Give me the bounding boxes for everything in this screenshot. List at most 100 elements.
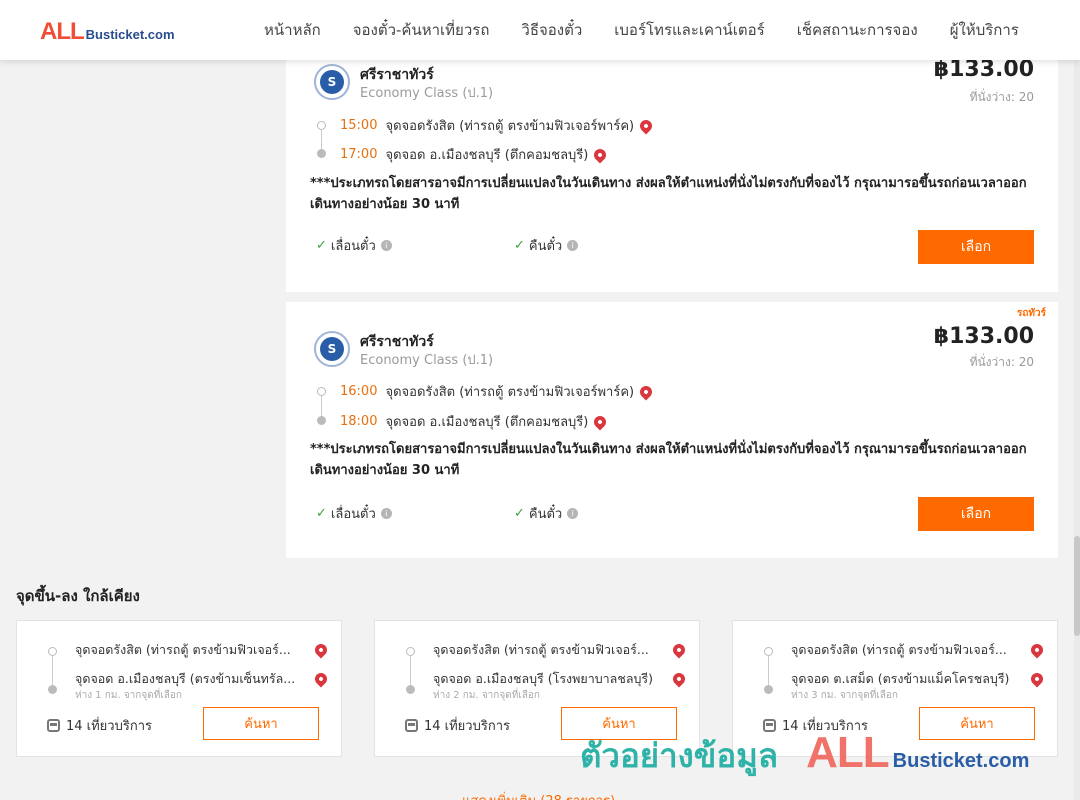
nearby-search-button[interactable]: ค้นหา [561,707,677,740]
map-pin-icon[interactable] [670,641,688,659]
seats-available: ที่นั่งว่าง: 20 [969,90,1034,104]
logo-domain-text: Busticket.com [85,27,175,42]
arrive-dot [317,416,326,425]
ticket-price: ฿133.00 [933,57,1034,82]
check-icon: ✓ [316,506,327,521]
route-timeline [768,652,769,688]
arrive-place: จุดจอด อ.เมืองชลบุรี (ตึกคอมชลบุรี) [385,148,589,163]
top-header: ALL Busticket.com หน้าหลัก จองตั๋ว-ค้นหา… [0,0,1080,60]
depart-dot [317,121,326,130]
map-pin-icon[interactable] [637,117,655,134]
depart-time: 15:00 [340,118,378,133]
feature-refund: ✓ คืนตั๋ว i [514,503,579,524]
notice-text: ***ประเภทรถโดยสารอาจมีการเปลี่ยนแปลงในวั… [310,176,1027,212]
notice-text: ***ประเภทรถโดยสารอาจมีการเปลี่ยนแปลงในวั… [310,442,1027,478]
bus-icon [763,719,776,732]
nearby-from-place: จุดจอดรังสิต (ท่ารถตู้ ตรงข้ามฟิวเจอร์..… [75,642,291,657]
route-timeline [52,652,53,688]
bus-class: Economy Class (ป.1) [360,353,494,368]
nearby-to-place: จุดจอด อ.เมืองชลบุรี (โรงพยาบาลชลบุรี) [433,671,654,686]
nearby-card: จุดจอดรังสิต (ท่ารถตู้ ตรงข้ามฟิวเจอร์..… [374,620,700,757]
depart-place: จุดจอดรังสิต (ท่ารถตู้ ตรงข้ามฟิวเจอร์พา… [385,385,635,400]
map-pin-icon[interactable] [1028,641,1046,659]
operator-logo-mark: S [320,337,344,361]
nearby-to-place: จุดจอด อ.เมืองชลบุรี (ตรงข้ามเซ็นทรัล... [75,671,296,686]
arrive-place: จุดจอด อ.เมืองชลบุรี (ตึกคอมชลบุรี) [385,415,589,430]
seats-available: ที่นั่งว่าง: 20 [969,355,1034,369]
feature-refund: ✓ คืนตั๋ว i [514,235,579,256]
nearby-distance: ห่าง 3 กม. จากจุดที่เลือก [791,690,898,701]
nearby-trip-count: 14 เที่ยวบริการ [763,715,868,736]
select-trip-button[interactable]: เลือก [918,497,1034,531]
check-icon: ✓ [514,238,525,253]
nearby-search-button[interactable]: ค้นหา [919,707,1035,740]
depart-stop: 16:00 จุดจอดรังสิต (ท่ารถตู้ ตรงข้ามฟิวเ… [340,381,655,402]
info-icon[interactable]: i [380,508,392,519]
info-icon[interactable]: i [567,508,579,519]
to-dot [764,685,773,694]
map-pin-icon[interactable] [637,383,655,400]
scrollbar-thumb[interactable] [1074,536,1080,636]
route-timeline [410,652,411,688]
trip-card: S ศรีราชาทัวร์ Economy Class (ป.1) ฿133.… [286,44,1058,292]
logo-all-text: ALL [40,18,85,45]
map-pin-icon[interactable] [312,641,330,659]
depart-stop: 15:00 จุดจอดรังสิต (ท่ารถตู้ ตรงข้ามฟิวเ… [340,115,655,136]
feature-reschedule-label: เลื่อนตั๋ว [330,239,376,254]
operator-logo: S [314,64,350,100]
site-logo[interactable]: ALL Busticket.com [40,18,175,46]
main-nav: หน้าหลัก จองตั๋ว-ค้นหาเที่ยวรถ วิธีจองตั… [248,0,1035,60]
feature-reschedule-label: เลื่อนตั๋ว [330,507,376,522]
nearby-to: จุดจอด ต.เสม็ด (ตรงข้ามแม็คโครชลบุรี) [791,669,1046,689]
nav-home[interactable]: หน้าหลัก [264,18,321,42]
bus-icon [47,719,60,732]
nav-phone-counters[interactable]: เบอร์โทรและเคาน์เตอร์ [614,18,764,42]
nav-operators[interactable]: ผู้ให้บริการ [950,18,1019,42]
map-pin-icon[interactable] [591,146,609,163]
map-pin-icon[interactable] [1028,670,1046,688]
nav-how-to-book[interactable]: วิธีจองตั๋ว [521,18,582,42]
nav-check-booking[interactable]: เช็คสถานะการจอง [797,18,918,42]
nearby-search-button[interactable]: ค้นหา [203,707,319,740]
feature-reschedule: ✓ เลื่อนตั๋ว i [316,235,392,256]
info-icon[interactable]: i [567,240,579,251]
map-pin-icon[interactable] [670,670,688,688]
nearby-trip-count-label: 14 เที่ยวบริการ [66,719,152,734]
map-pin-icon[interactable] [312,670,330,688]
from-dot [406,647,415,656]
page-scrollbar[interactable] [1074,60,1080,800]
feature-refund-label: คืนตั๋ว [528,239,563,254]
nearby-distance: ห่าง 1 กม. จากจุดที่เลือก [75,690,182,701]
arrive-stop: 17:00 จุดจอด อ.เมืองชลบุรี (ตึกคอมชลบุรี… [340,144,609,165]
operator-logo-mark: S [320,70,344,94]
nearby-trip-count: 14 เที่ยวบริการ [47,715,152,736]
nearby-from-place: จุดจอดรังสิต (ท่ารถตู้ ตรงข้ามฟิวเจอร์..… [433,642,649,657]
depart-time: 16:00 [340,384,378,399]
nearby-from: จุดจอดรังสิต (ท่ารถตู้ ตรงข้ามฟิวเจอร์..… [75,640,330,660]
arrive-stop: 18:00 จุดจอด อ.เมืองชลบุรี (ตึกคอมชลบุรี… [340,411,609,432]
nearby-to-place: จุดจอด ต.เสม็ด (ตรงข้ามแม็คโครชลบุรี) [791,671,1010,686]
nearby-from-place: จุดจอดรังสิต (ท่ารถตู้ ตรงข้ามฟิวเจอร์..… [791,642,1007,657]
nearby-section-title: จุดขึ้น-ลง ใกล้เคียง [16,587,140,605]
to-dot [406,685,415,694]
nav-book-search[interactable]: จองตั๋ว-ค้นหาเที่ยวรถ [353,18,490,42]
map-pin-icon[interactable] [591,413,609,430]
to-dot [48,685,57,694]
check-icon: ✓ [514,506,525,521]
nearby-to: จุดจอด อ.เมืองชลบุรี (โรงพยาบาลชลบุรี) [433,669,688,689]
arrive-dot [317,149,326,158]
info-icon[interactable]: i [380,240,392,251]
depart-dot [317,387,326,396]
show-more-link[interactable]: แสดงเพิ่มเติม (28 รายการ) [462,790,615,800]
nearby-to: จุดจอด อ.เมืองชลบุรี (ตรงข้ามเซ็นทรัล... [75,669,330,689]
trip-card: รถทัวร์ S ศรีราชาทัวร์ Economy Class (ป.… [286,302,1058,558]
feature-refund-label: คืนตั๋ว [528,507,563,522]
bus-type-ribbon: รถทัวร์ [1016,308,1046,319]
nearby-distance: ห่าง 2 กม. จากจุดที่เลือก [433,690,540,701]
nearby-from: จุดจอดรังสิต (ท่ารถตู้ ตรงข้ามฟิวเจอร์..… [791,640,1046,660]
feature-reschedule: ✓ เลื่อนตั๋ว i [316,503,392,524]
select-trip-button[interactable]: เลือก [918,230,1034,264]
nearby-card: จุดจอดรังสิต (ท่ารถตู้ ตรงข้ามฟิวเจอร์..… [16,620,342,757]
bus-class: Economy Class (ป.1) [360,86,494,101]
nearby-trip-count-label: 14 เที่ยวบริการ [424,719,510,734]
